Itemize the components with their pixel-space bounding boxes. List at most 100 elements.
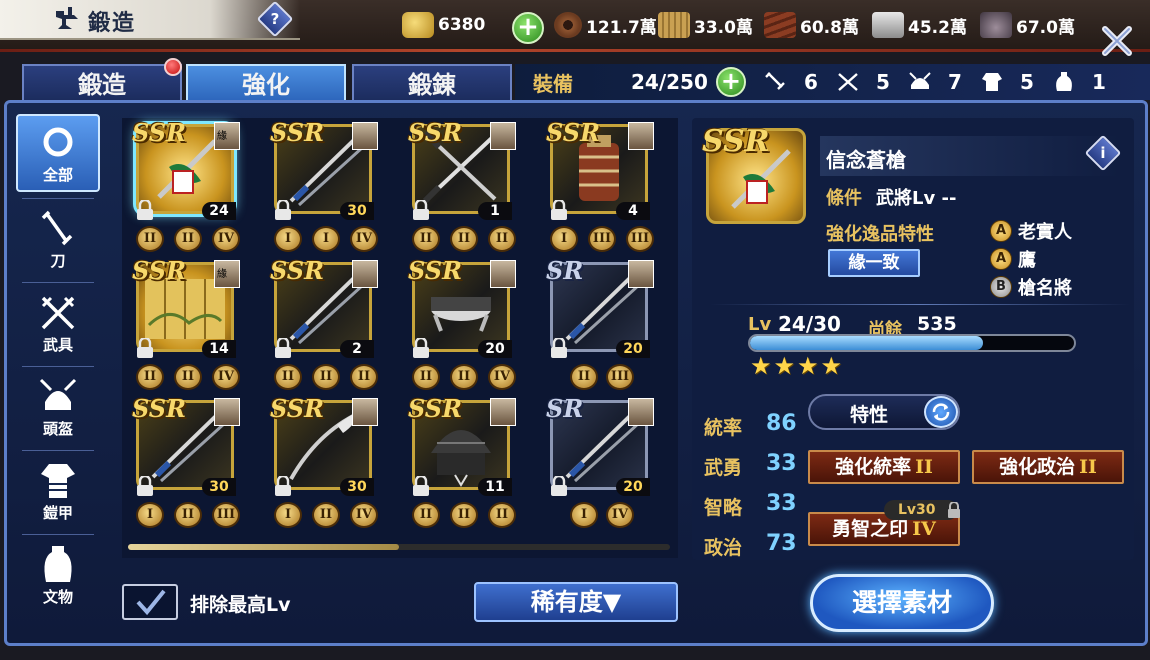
general-portrait	[490, 260, 516, 288]
koban-coin-icon	[402, 12, 434, 38]
sort-by-rarity-button[interactable]: 稀有度▼	[474, 582, 678, 622]
upgrade-slot-badge: IV	[350, 226, 378, 252]
equipment-card[interactable]: SR 20 I IV	[536, 394, 662, 530]
upgrade-slot-badge: II	[174, 364, 202, 390]
tab-temper[interactable]: 鍛錬	[352, 64, 512, 104]
grid-scrollbar[interactable]	[128, 544, 670, 550]
equip-stat-value: 5	[1019, 70, 1034, 94]
upgrade-slot-badge: II	[488, 502, 516, 528]
close-icon[interactable]	[1100, 24, 1134, 58]
resource-koban: 6380	[402, 12, 485, 38]
rarity-label: SSR	[270, 394, 325, 423]
equipment-card[interactable]: SSR 30 I II III	[122, 394, 248, 530]
selected-item-card: SSR	[702, 124, 806, 224]
exclude-max-level-checkbox[interactable]	[122, 584, 178, 620]
trait-label: 強化逸品特性	[826, 224, 934, 245]
info-symbol: i	[1100, 144, 1106, 162]
trait-toggle-button[interactable]: 特性	[808, 394, 960, 430]
equipment-card[interactable]: SSR 1 II II II	[398, 118, 524, 254]
category-armor[interactable]: 鎧甲	[16, 454, 100, 532]
enhance-politics-button[interactable]: 強化政治 II	[972, 450, 1124, 484]
upgrade-slot-badge: II	[450, 226, 478, 252]
upgrade-slot-badge: II	[412, 226, 440, 252]
equipment-summary: 裝備 24/250 + 6 5 7 5 1	[515, 64, 1150, 100]
category-column: 全部 刀 武具 頭盔 鎧甲 文物	[16, 112, 106, 632]
upgrade-slots: II II II	[412, 226, 516, 252]
bond-mark: 緣	[217, 269, 227, 280]
upgrade-slot-badge: III	[212, 502, 240, 528]
skill-name: 老實人	[1018, 222, 1072, 243]
upgrade-slots: I IV	[550, 502, 654, 528]
enhance-grade: IV	[912, 518, 936, 540]
rarity-label: SSR	[408, 256, 463, 285]
enhance-command-button[interactable]: 強化統率 II	[808, 450, 960, 484]
rarity-label: SSR	[546, 118, 601, 147]
general-portrait	[628, 260, 654, 288]
equip-stat-value: 7	[947, 70, 962, 94]
rarity-label: SSR	[270, 118, 325, 147]
resource-mon: 121.7萬	[554, 12, 657, 38]
equipment-card[interactable]: SSR 11 II II II	[398, 394, 524, 530]
upgrade-slot-badge: I	[274, 502, 302, 528]
vase-icon	[1055, 72, 1072, 91]
equipment-card[interactable]: SSR 緣 24 II II IV	[122, 118, 248, 254]
level-badge: 20	[478, 340, 512, 358]
ore-icon	[980, 12, 1012, 38]
general-portrait	[628, 398, 654, 426]
equipment-card[interactable]: SSR 30 I II IV	[260, 394, 386, 530]
upgrade-slot-badge: I	[274, 226, 302, 252]
upgrade-slot-badge: II	[174, 226, 202, 252]
level-badge: 30	[340, 202, 374, 220]
general-portrait	[352, 122, 378, 150]
tab-enhance[interactable]: 強化	[186, 64, 346, 104]
equipment-card[interactable]: SSR 30 I I IV	[260, 118, 386, 254]
equipment-card[interactable]: SR 20 II III	[536, 256, 662, 392]
bond-match-button[interactable]: 緣一致	[828, 249, 920, 277]
rarity-label: SR	[546, 394, 584, 423]
upgrade-slots: I II IV	[274, 502, 378, 528]
resource-rice: 33.0萬	[658, 12, 753, 38]
add-equipment-slot-button[interactable]: +	[715, 67, 746, 97]
lock-icon	[137, 476, 153, 496]
enhance-label: 強化政治	[999, 456, 1076, 478]
weapon-cross-icon	[838, 73, 858, 91]
lock-icon	[137, 200, 153, 220]
category-weapon[interactable]: 武具	[16, 286, 100, 364]
stat-name: 政治	[704, 537, 743, 559]
category-label: 頭盔	[42, 420, 73, 438]
tab-forge[interactable]: 鍛造	[22, 64, 182, 104]
level-badge: 11	[478, 478, 512, 496]
resource-value: 45.2萬	[908, 17, 967, 38]
resource-value: 67.0萬	[1016, 17, 1075, 38]
refresh-icon[interactable]	[924, 396, 958, 428]
equipment-card[interactable]: SSR 緣 14 II II IV	[122, 256, 248, 392]
stat-value: 33	[766, 451, 797, 476]
equipment-label: 裝備	[533, 71, 573, 96]
add-koban-button[interactable]: +	[512, 12, 544, 44]
equipment-card[interactable]: SSR 20 II II IV	[398, 256, 524, 392]
category-all[interactable]: 全部	[16, 114, 100, 192]
mon-coin-icon	[554, 12, 582, 38]
checkmark-icon	[136, 589, 166, 616]
resource-ore: 67.0萬	[980, 12, 1075, 38]
category-helmet[interactable]: 頭盔	[16, 370, 100, 448]
equipment-card[interactable]: SSR 4 I III III	[536, 118, 662, 254]
upgrade-slot-badge: II	[412, 364, 440, 390]
divider	[22, 198, 94, 199]
scrollbar-thumb[interactable]	[128, 544, 399, 550]
equipment-card[interactable]: SSR 2 II II II	[260, 256, 386, 392]
skill-grade-badge: A	[990, 248, 1012, 270]
upgrade-slots: I I IV	[274, 226, 378, 252]
lock-icon	[137, 338, 153, 358]
armor-icon	[981, 73, 1002, 91]
select-materials-button[interactable]: 選擇素材	[810, 574, 994, 632]
general-portrait: 緣	[214, 122, 240, 150]
upgrade-slots: II II IV	[136, 364, 240, 390]
weapon-cross-icon	[41, 296, 75, 330]
level-badge: 30	[340, 478, 374, 496]
divider	[22, 534, 94, 535]
remaining-value: 535	[917, 313, 957, 335]
category-sword[interactable]: 刀	[16, 202, 100, 280]
skill-grade-badge: B	[990, 276, 1012, 298]
category-artifact[interactable]: 文物	[16, 538, 100, 616]
